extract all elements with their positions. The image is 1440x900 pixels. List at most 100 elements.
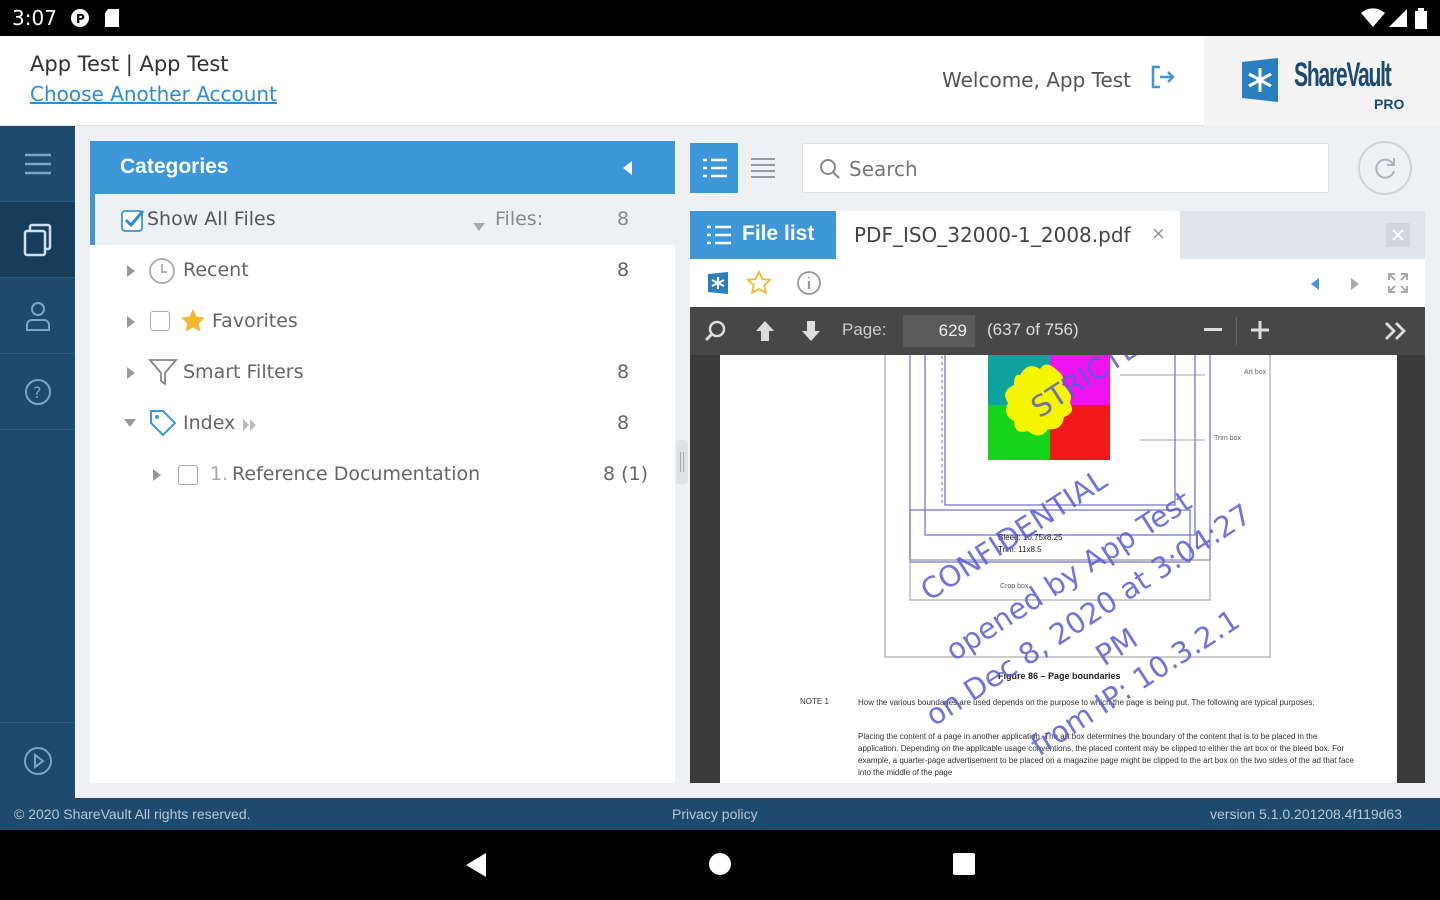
category-row-index[interactable]: Index 8 (90, 398, 675, 449)
show-all-label: Show All Files (147, 208, 276, 230)
categories-panel: Categories Show All Files Files: 8 Recen… (90, 141, 675, 783)
pdf-viewer[interactable]: Art box Trim box Bleed: 10.75x8.25 Trim:… (690, 355, 1425, 783)
category-count: 8 (617, 361, 630, 383)
documents-icon (23, 223, 51, 256)
battery-icon (1414, 8, 1428, 35)
collapse-panel-icon[interactable] (620, 159, 634, 182)
filter-icon (148, 359, 178, 386)
recents-icon[interactable] (952, 852, 976, 876)
category-row-recent[interactable]: Recent 8 (90, 245, 675, 296)
home-icon[interactable] (708, 852, 732, 876)
help-nav-button[interactable]: ? (0, 354, 75, 430)
page-number-input[interactable]: 629 (903, 315, 975, 347)
app-notification-icon: P (70, 8, 90, 33)
tab-document-label: PDF_ISO_32000-1_2008.pdf (854, 223, 1131, 247)
category-count: 8 (617, 412, 630, 434)
next-document-icon[interactable] (1349, 277, 1361, 291)
paragraph-text: Placing the content of a page in another… (858, 732, 1354, 777)
play-button[interactable] (0, 722, 75, 798)
version-text: version 5.1.0.201208.4f119d63 (1210, 806, 1403, 822)
wifi-icon (1360, 8, 1386, 33)
show-all-checkbox[interactable] (121, 208, 145, 237)
close-icon (1392, 229, 1404, 241)
category-label: Favorites (212, 310, 298, 332)
status-bar: 3:07 P (0, 0, 1440, 36)
sharevault-logo-icon (1242, 58, 1278, 102)
category-label: Index (183, 412, 236, 434)
tab-document[interactable]: PDF_ISO_32000-1_2008.pdf × (836, 211, 1180, 259)
app-header: App Test | App Test Choose Another Accou… (0, 36, 1440, 126)
show-all-row: Show All Files Files: 8 (90, 194, 675, 245)
info-icon[interactable] (796, 270, 822, 296)
sub-item-count: 8 (1) (603, 463, 649, 485)
page-count: (637 of 756) (987, 320, 1079, 339)
documents-nav-button[interactable] (0, 202, 75, 278)
pdf-search-icon[interactable] (704, 319, 728, 343)
svg-text:?: ? (33, 383, 42, 402)
files-count: 8 (617, 208, 630, 230)
more-tools-icon[interactable] (1384, 321, 1408, 341)
back-icon[interactable] (464, 852, 488, 878)
search-box[interactable]: Search (802, 143, 1329, 193)
sub-item-label: Reference Documentation (232, 463, 481, 485)
help-icon: ? (24, 378, 51, 405)
star-icon (181, 309, 205, 332)
menu-button[interactable] (0, 126, 75, 202)
refresh-button[interactable] (1358, 141, 1412, 195)
hamburger-icon (24, 153, 51, 174)
expand-arrow-icon[interactable] (126, 366, 136, 380)
category-row-smart-filters[interactable]: Smart Filters 8 (90, 347, 675, 398)
tab-file-list[interactable]: File list (690, 211, 836, 259)
svg-text:P: P (76, 12, 85, 26)
next-page-icon[interactable] (800, 319, 822, 343)
previous-page-icon[interactable] (754, 319, 776, 343)
collapse-arrow-icon[interactable] (123, 418, 137, 428)
favorite-star-icon[interactable] (746, 270, 772, 296)
panel-splitter[interactable] (676, 440, 688, 484)
sub-item-checkbox[interactable] (178, 465, 198, 485)
user-icon (25, 301, 50, 331)
category-row-favorites[interactable]: Favorites (90, 296, 675, 347)
index-arrow-icon[interactable] (242, 418, 258, 432)
footer: © 2020 ShareVault All rights reserved. P… (0, 798, 1440, 830)
detail-view-button[interactable] (738, 143, 786, 193)
sharevault-doc-icon[interactable] (706, 271, 730, 295)
welcome-text: Welcome, App Test (942, 68, 1132, 92)
expand-arrow-icon[interactable] (126, 264, 136, 278)
files-label: Files: (495, 208, 544, 230)
index-sub-row[interactable]: 1. Reference Documentation 8 (1) (90, 449, 675, 500)
previous-document-icon[interactable] (1309, 277, 1321, 291)
sub-item-number: 1. (210, 463, 229, 485)
close-all-tabs-button[interactable] (1386, 223, 1410, 247)
category-label: Recent (183, 259, 249, 281)
expand-arrow-icon[interactable] (126, 315, 136, 329)
choose-account-link[interactable]: Choose Another Account (30, 82, 277, 106)
pdf-toolbar: Page: 629 (637 of 756) (690, 307, 1425, 355)
clock-icon (149, 258, 175, 284)
sd-card-icon (104, 8, 120, 33)
close-tab-icon[interactable]: × (1152, 221, 1165, 247)
play-circle-icon (23, 746, 52, 775)
status-time: 3:07 (12, 6, 57, 30)
zoom-out-icon[interactable] (1204, 328, 1222, 332)
pdf-page: Art box Trim box Bleed: 10.75x8.25 Trim:… (720, 355, 1397, 783)
page-label: Page: (842, 320, 887, 339)
search-input[interactable]: Search (849, 157, 918, 181)
privacy-policy-link[interactable]: Privacy policy (672, 806, 758, 822)
logout-icon[interactable] (1150, 64, 1176, 90)
refresh-icon (1375, 158, 1395, 179)
fullscreen-icon[interactable] (1388, 273, 1408, 293)
sharevault-logo: ShareVault PRO (1204, 36, 1440, 126)
tag-icon (150, 410, 177, 437)
note-label: NOTE 1 (800, 697, 829, 706)
sort-dropdown-icon[interactable] (472, 215, 486, 237)
category-label: Smart Filters (183, 361, 304, 383)
tab-file-list-label: File list (742, 222, 815, 245)
expand-arrow-icon[interactable] (152, 468, 162, 482)
zoom-in-icon[interactable] (1251, 321, 1269, 339)
favorites-checkbox[interactable] (150, 311, 170, 331)
list-view-button[interactable] (690, 143, 738, 193)
sidebar-rail: ? (0, 126, 75, 798)
category-count: 8 (617, 259, 630, 281)
users-nav-button[interactable] (0, 278, 75, 354)
